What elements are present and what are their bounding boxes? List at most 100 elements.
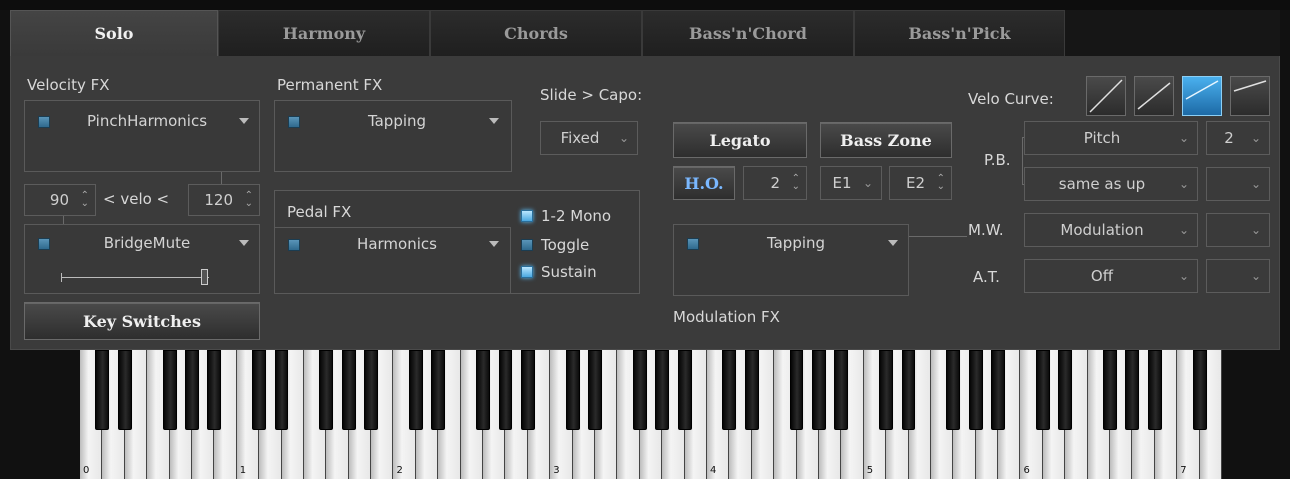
pedal-fx-select[interactable]: Harmonics [307,230,507,258]
black-key[interactable] [1103,350,1117,430]
hard-curve-icon [1185,80,1219,100]
black-key[interactable] [1147,350,1162,430]
black-key[interactable] [185,350,199,430]
up-down-arrows-icon[interactable]: ⌃ ⌄ [245,191,253,209]
black-key[interactable] [408,350,423,430]
aftertouch-range-dropdown[interactable]: ⌄ [1206,259,1270,293]
octave-label: 0 [83,465,90,476]
black-key[interactable] [117,350,132,430]
velo-curve-linear-button[interactable] [1086,76,1126,116]
pb-bracket-line [1022,137,1023,185]
black-key[interactable] [655,350,670,430]
velo-curve-flat-button[interactable] [1230,76,1270,116]
black-key[interactable] [632,350,647,430]
black-key[interactable] [162,350,177,430]
pitch-up-range-dropdown[interactable]: 2 ⌄ [1206,121,1270,155]
black-key[interactable] [834,350,849,430]
tab-bass-n-chord[interactable]: Bass'n'Chord [642,10,854,56]
black-key[interactable] [520,350,535,430]
black-key[interactable] [1125,350,1140,430]
up-down-arrows-icon[interactable]: ⌃ ⌄ [792,174,800,192]
bass-zone-button[interactable]: Bass Zone [820,122,952,158]
mono-led [521,210,533,222]
toggle-led [521,239,533,251]
modulation-fx-led[interactable] [687,238,699,250]
black-key[interactable] [879,350,894,430]
sustain-option[interactable]: Sustain [521,263,597,281]
black-key[interactable] [274,350,289,430]
velocity-lower-led[interactable] [38,238,50,250]
slide-capo-dropdown[interactable]: Fixed ⌄ [540,121,638,155]
black-key[interactable] [677,350,692,430]
toggle-label: Toggle [541,236,590,254]
pedal-fx-title: Pedal FX [287,203,352,221]
velo-curve-soft-button[interactable] [1134,76,1174,116]
bass-zone-e2-value: E2 [905,174,925,192]
permanent-fx-led[interactable] [288,116,300,128]
slide-capo-value: Fixed [560,129,600,147]
black-key[interactable] [1058,350,1073,430]
legato-button[interactable]: Legato [673,122,807,158]
velo-curve-hard-button[interactable] [1182,76,1222,116]
velocity-fx-slider[interactable] [61,269,209,285]
black-key[interactable] [811,350,826,430]
permanent-fx-box: Tapping [274,100,512,172]
black-key[interactable] [901,350,916,430]
black-key[interactable] [95,350,110,430]
velocity-lower-fx-select[interactable]: BridgeMute [57,229,257,257]
slider-handle[interactable] [201,269,208,285]
pitch-up-value: Pitch [1083,129,1121,147]
black-key[interactable] [744,350,759,430]
black-key[interactable] [1035,350,1050,430]
tab-solo[interactable]: Solo [10,10,218,56]
black-key[interactable] [1192,350,1207,430]
pitch-up-range-value: 2 [1224,129,1234,147]
black-key[interactable] [946,350,961,430]
velocity-fx-lower-box: BridgeMute [24,224,260,294]
up-down-arrows-icon[interactable]: ⌃ ⌄ [81,191,89,209]
aftertouch-dropdown[interactable]: Off ⌄ [1024,259,1198,293]
up-down-arrows-icon[interactable]: ⌃ ⌄ [937,174,945,192]
black-key[interactable] [319,350,334,430]
black-key[interactable] [789,350,804,430]
octave-label: 3 [553,465,560,476]
tab-chords[interactable]: Chords [430,10,642,56]
pitch-down-range-dropdown[interactable]: ⌄ [1206,167,1270,201]
low-velocity-spinner[interactable]: 90 ⌃ ⌄ [24,184,96,216]
black-key[interactable] [207,350,222,430]
black-key[interactable] [476,350,490,430]
black-key[interactable] [722,350,737,430]
mono-option[interactable]: 1-2 Mono [521,207,611,225]
permanent-fx-select[interactable]: Tapping [307,107,507,135]
black-key[interactable] [588,350,602,430]
octave-label: 2 [396,465,403,476]
mod-wheel-dropdown[interactable]: Modulation ⌄ [1024,213,1198,247]
mod-wheel-range-dropdown[interactable]: ⌄ [1206,213,1270,247]
high-velocity-spinner[interactable]: 120 ⌃ ⌄ [188,184,260,216]
pedal-fx-led[interactable] [288,239,300,251]
black-key[interactable] [341,350,356,430]
octave-label: 7 [1180,465,1187,476]
hammer-on-button[interactable]: H.O. [673,166,735,200]
black-key[interactable] [991,350,1005,430]
black-key[interactable] [968,350,983,430]
velocity-upper-led[interactable] [38,116,50,128]
black-key[interactable] [565,350,580,430]
black-key[interactable] [364,350,379,430]
tab-bass-n-pick[interactable]: Bass'n'Pick [854,10,1065,56]
bass-zone-e2-spinner[interactable]: E2 ⌃ ⌄ [889,166,952,200]
tab-harmony[interactable]: Harmony [218,10,430,56]
piano-keyboard[interactable]: 0 1 2 3 4 5 6 7 [80,350,1222,479]
velocity-upper-fx-value: PinchHarmonics [86,112,208,130]
black-key[interactable] [431,350,446,430]
key-switches-button[interactable]: Key Switches [24,302,260,340]
velocity-upper-fx-select[interactable]: PinchHarmonics [57,107,257,135]
bass-zone-e1-dropdown[interactable]: E1 ⌄ [820,166,882,200]
black-key[interactable] [252,350,267,430]
modulation-fx-select[interactable]: Tapping [706,229,906,257]
pitch-up-dropdown[interactable]: Pitch ⌄ [1024,121,1198,155]
black-key[interactable] [498,350,513,430]
pitch-down-dropdown[interactable]: same as up ⌄ [1024,167,1198,201]
hammer-on-spinner[interactable]: 2 ⌃ ⌄ [743,166,807,200]
toggle-option[interactable]: Toggle [521,236,589,254]
